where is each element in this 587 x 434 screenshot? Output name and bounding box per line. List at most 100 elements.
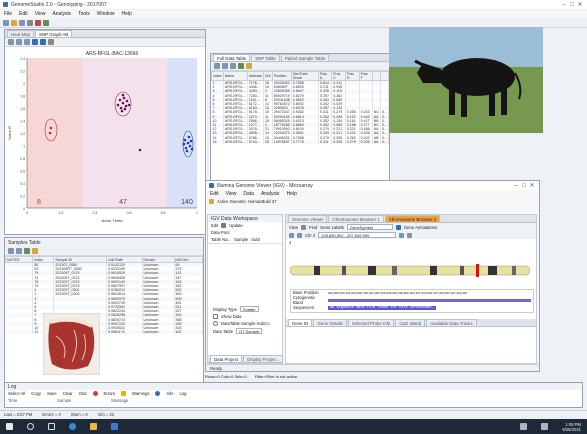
column-header[interactable]: Frac T: [358, 71, 373, 81]
menu-window[interactable]: Window: [97, 11, 115, 17]
log-save[interactable]: Save: [47, 391, 57, 396]
chromosome-ideogram[interactable]: [290, 263, 530, 281]
log-grid[interactable]: Grid: [79, 391, 87, 396]
samples-filter-icon[interactable]: [8, 248, 14, 254]
menu-file[interactable]: File: [4, 11, 12, 17]
tab-gene-id[interactable]: Gene ID: [288, 319, 313, 326]
tab-cpg-island[interactable]: CpG Island: [395, 319, 426, 326]
chromosome-select[interactable]: Chr 2: [305, 233, 315, 238]
tab-data-project[interactable]: Data Project: [210, 355, 243, 362]
open-icon[interactable]: [11, 20, 17, 26]
maximize-button[interactable]: □: [568, 2, 576, 8]
genomestudio-taskbar-icon[interactable]: [111, 423, 118, 430]
browser-view[interactable]: View: [289, 225, 298, 230]
close-button[interactable]: ✕: [576, 1, 584, 8]
igv-minimize-button[interactable]: –: [512, 183, 520, 189]
log-info[interactable]: Info: [166, 391, 173, 396]
tab-paired-sample-table[interactable]: Paired Sample Table: [280, 54, 330, 61]
log-clear[interactable]: Clear: [63, 391, 73, 396]
log-warnings[interactable]: Warnings: [132, 391, 150, 396]
menu-edit[interactable]: Edit: [19, 11, 28, 17]
igv-menu-view[interactable]: View: [226, 191, 237, 197]
minimize-button[interactable]: –: [560, 2, 568, 8]
gene-annotations[interactable]: Gene Annotations: [404, 225, 437, 230]
column-header[interactable]: GenTrain Score: [290, 71, 319, 81]
tab-full-data-table[interactable]: Full Data Table: [213, 54, 251, 61]
log-select-all[interactable]: Select All: [8, 391, 25, 396]
next-snp-icon[interactable]: [40, 39, 46, 45]
zoom-out-icon[interactable]: [289, 232, 294, 238]
save-icon[interactable]: [19, 20, 25, 26]
new-project-icon[interactable]: [3, 20, 9, 26]
samples-sort-icon[interactable]: [16, 248, 22, 254]
samples-table[interactable]: NOTES Index Sample ID Call Rate Gender p05 Gr…: [5, 256, 203, 335]
tab-available-data-tracks[interactable]: Available Data Tracks: [426, 319, 477, 326]
table-row[interactable]: 11 0.9961175 Unknown 402: [5, 330, 203, 335]
tab-chromosome-browser-1[interactable]: Chromosome Browser 1: [328, 215, 384, 222]
column-chooser-icon[interactable]: [230, 63, 236, 69]
filter-icon[interactable]: [214, 63, 220, 69]
igv-menu-edit[interactable]: Edit: [210, 191, 219, 197]
sort-icon[interactable]: [222, 63, 228, 69]
snp-scatter-plot[interactable]: ARS-BFGL-BAC-13666 8 47 140 2.4 2.2 2 1.…: [5, 48, 205, 234]
menu-view[interactable]: View: [35, 11, 46, 17]
column-header[interactable]: Frac C: [331, 71, 346, 81]
report-icon[interactable]: [43, 20, 49, 26]
select-icon[interactable]: [24, 39, 30, 45]
scroll-right-icon[interactable]: [399, 232, 405, 238]
position-range-input[interactable]: 205,850,902 - 207,649,990: [318, 232, 397, 238]
tab-gene-details[interactable]: Gene Details: [313, 319, 347, 326]
column-header[interactable]: Name: [222, 71, 248, 81]
data-table-select[interactable]: GT Sample: [235, 328, 263, 334]
igv-menu-data[interactable]: Data: [243, 191, 254, 197]
reset-icon[interactable]: [48, 39, 54, 45]
table-row[interactable]: 8 ARS-BFGL... 5178... 19 29473337 0.9432 0.311…: [211, 110, 389, 115]
log-log[interactable]: Log: [179, 391, 186, 396]
tab-genome-viewer[interactable]: Genome Viewer: [288, 215, 328, 222]
tab-display-properties[interactable]: Display Proper...: [243, 355, 284, 362]
column-header[interactable]: Chr: [262, 71, 273, 81]
log-copy[interactable]: Copy: [31, 391, 41, 396]
scroll-left-icon[interactable]: [297, 232, 302, 238]
igv-maximize-button[interactable]: □: [520, 183, 528, 189]
column-header[interactable]: Address: [246, 71, 264, 81]
menu-tools[interactable]: Tools: [78, 11, 90, 17]
igv-menu-help[interactable]: Help: [287, 191, 297, 197]
full-data-table[interactable]: Index Name Address Chr Position GenTrain Scor…: [211, 71, 389, 145]
volume-icon[interactable]: [541, 423, 549, 430]
column-header[interactable]: Index: [211, 71, 224, 81]
cluster-icon[interactable]: [35, 20, 41, 26]
task-view-icon[interactable]: [48, 423, 55, 430]
data-field-radio[interactable]: [213, 321, 218, 326]
file-explorer-icon[interactable]: [90, 423, 97, 430]
samples-export-icon[interactable]: [24, 248, 30, 254]
workspace-edit[interactable]: Edit: [211, 223, 218, 228]
browser-find[interactable]: Find: [309, 225, 317, 230]
tab-chromosome-browser-2[interactable]: Chromosome Browser 2: [384, 215, 441, 222]
export-icon[interactable]: [238, 63, 244, 69]
start-icon[interactable]: [6, 423, 13, 430]
tab-heat-map[interactable]: Heat Map: [7, 30, 35, 37]
gene-symbol-select[interactable]: GeneSymbol: [346, 224, 393, 230]
tab-snp-graph[interactable]: SNP Graph AB: [35, 30, 73, 37]
column-header[interactable]: Position: [271, 71, 292, 81]
menu-help[interactable]: Help: [122, 11, 132, 17]
tab-selected-probe-info[interactable]: Selected Probe Info: [347, 319, 395, 326]
menu-analysis[interactable]: Analysis: [52, 11, 71, 17]
column-header[interactable]: [371, 71, 381, 81]
igv-menu-analysis[interactable]: Analysis: [261, 191, 280, 197]
show-data-checkbox[interactable]: [213, 314, 218, 319]
column-header[interactable]: [379, 71, 389, 81]
samples-find-icon[interactable]: [32, 248, 38, 254]
column-header[interactable]: Frac A: [317, 71, 333, 81]
table-row[interactable]: 15 ARS-BFGL... 5744... 26 19976597 0.7776 0.31…: [211, 139, 389, 145]
workspace-update[interactable]: Update: [229, 223, 243, 228]
find-icon[interactable]: [246, 63, 252, 69]
print-icon[interactable]: [27, 20, 33, 26]
zoom-in-icon[interactable]: [407, 232, 413, 238]
network-icon[interactable]: [520, 423, 528, 430]
log-errors[interactable]: Errors: [104, 391, 115, 396]
prev-snp-icon[interactable]: [32, 39, 38, 45]
column-header[interactable]: Frac G: [344, 71, 360, 81]
edge-icon[interactable]: [69, 423, 76, 430]
